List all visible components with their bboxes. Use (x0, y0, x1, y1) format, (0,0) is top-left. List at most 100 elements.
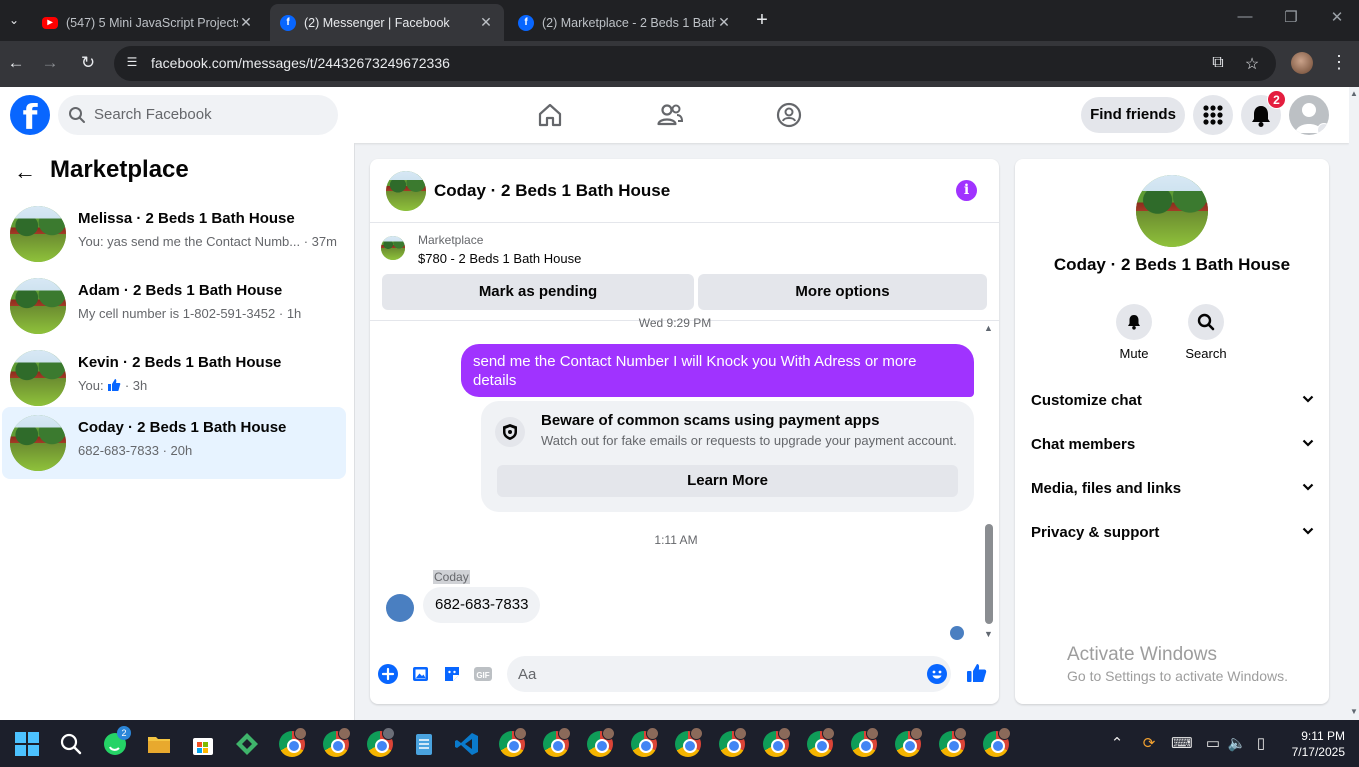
chat-title[interactable]: Coday · 2 Beds 1 Bath House (434, 181, 670, 201)
volume-icon[interactable]: 🔈 (1227, 734, 1247, 752)
chrome-icon[interactable] (851, 727, 879, 757)
chrome-icon[interactable] (587, 727, 615, 757)
back-arrow-icon[interactable]: ← (12, 159, 38, 185)
battery-icon[interactable]: ▯ (1251, 734, 1271, 752)
page-scrollbar[interactable]: ▲ ▼ (1349, 87, 1359, 720)
sync-icon[interactable]: ⟳ (1139, 734, 1159, 752)
listing-price-title[interactable]: $780 - 2 Beds 1 Bath House (418, 251, 581, 266)
listing-thumbnail[interactable] (1136, 175, 1208, 247)
install-app-icon[interactable]: ⧉ (1208, 54, 1228, 72)
keyboard-icon[interactable]: ⌨ (1171, 734, 1193, 752)
browser-tab-marketplace[interactable]: f (2) Marketplace - 2 Beds 1 Bath ✕ (508, 4, 742, 41)
emoji-icon[interactable] (927, 664, 947, 684)
browser-menu-icon[interactable]: ⋮ (1330, 52, 1348, 73)
time-separator: 1:11 AM (654, 533, 698, 547)
chrome-icon[interactable] (675, 727, 703, 757)
windows-start-icon[interactable] (14, 731, 40, 757)
message-scrollbar[interactable]: ▲ ▼ (981, 321, 995, 639)
notepad-icon[interactable] (411, 731, 437, 757)
chrome-icon[interactable] (719, 727, 747, 757)
media-files-links-section[interactable]: Media, files and links (1031, 474, 1315, 502)
facebook-logo-icon[interactable]: f (10, 95, 50, 135)
browser-profile-avatar[interactable] (1291, 52, 1313, 74)
info-icon[interactable]: i (956, 180, 977, 201)
search-conversation-button[interactable]: Search (1176, 304, 1236, 361)
account-avatar[interactable]: ⌄ (1289, 95, 1329, 135)
sender-avatar[interactable] (386, 594, 414, 622)
chrome-icon[interactable] (543, 727, 571, 757)
new-tab-button[interactable]: + (752, 9, 772, 32)
whatsapp-icon[interactable]: 2 (102, 726, 131, 757)
gif-icon[interactable]: GIF (473, 664, 493, 684)
friends-icon[interactable] (656, 101, 684, 129)
site-info-icon[interactable]: ☰ (124, 55, 140, 71)
customize-chat-section[interactable]: Customize chat (1031, 386, 1315, 414)
vscode-icon[interactable] (454, 731, 480, 757)
find-friends-button[interactable]: Find friends (1081, 97, 1185, 133)
microsoft-store-icon[interactable] (190, 731, 216, 757)
browser-tab-youtube[interactable]: ▸ (547) 5 Mini JavaScript Projects ✕ (32, 4, 264, 41)
sticker-icon[interactable] (442, 664, 462, 684)
scroll-up-arrow-icon[interactable]: ▲ (1350, 89, 1358, 98)
forward-icon[interactable]: → (39, 52, 61, 74)
conversation-item-kevin[interactable]: Kevin · 2 Beds 1 Bath House You: · 3h (2, 342, 346, 414)
close-window-icon[interactable]: ✕ (1327, 8, 1347, 26)
close-tab-icon[interactable]: ✕ (238, 14, 254, 31)
chrome-icon[interactable] (367, 727, 395, 757)
file-explorer-icon[interactable] (146, 731, 172, 757)
search-input[interactable]: Search Facebook (58, 95, 338, 135)
learn-more-button[interactable]: Learn More (497, 465, 958, 497)
back-icon[interactable]: ← (5, 52, 27, 74)
chrome-icon[interactable] (323, 727, 351, 757)
plus-circle-icon[interactable] (378, 664, 398, 684)
conversation-item-melissa[interactable]: Melissa · 2 Beds 1 Bath House You: yas s… (2, 198, 346, 270)
display-icon[interactable]: ▭ (1203, 734, 1223, 752)
minimize-icon[interactable]: — (1235, 8, 1255, 25)
groups-icon[interactable] (775, 101, 803, 129)
chrome-icon[interactable] (807, 727, 835, 757)
reload-icon[interactable]: ↻ (77, 52, 99, 74)
close-tab-icon[interactable]: ✕ (716, 14, 732, 31)
app-diamond-icon[interactable] (234, 731, 260, 757)
show-hidden-icons-icon[interactable]: ⌃ (1107, 734, 1127, 752)
conversation-item-adam[interactable]: Adam · 2 Beds 1 Bath House My cell numbe… (2, 270, 346, 342)
chrome-icon[interactable] (983, 727, 1011, 757)
system-clock[interactable]: 9:11 PM 7/17/2025 (1283, 728, 1345, 760)
mark-as-pending-button[interactable]: Mark as pending (382, 274, 694, 310)
chrome-icon[interactable] (939, 727, 967, 757)
url-text[interactable]: facebook.com/messages/t/2443267324967233… (151, 55, 450, 71)
message-list[interactable]: Wed 9:29 PM send me the Contact Number I… (370, 316, 999, 646)
browser-tab-bar: ⌄ ▸ (547) 5 Mini JavaScript Projects ✕ f… (0, 0, 1359, 41)
chrome-icon[interactable] (279, 727, 307, 757)
address-bar[interactable]: ☰ facebook.com/messages/t/24432673249672… (114, 46, 1276, 81)
conversation-item-coday[interactable]: Coday · 2 Beds 1 Bath House 682-683-7833… (2, 407, 346, 479)
restore-icon[interactable]: ❐ (1281, 8, 1301, 26)
scroll-up-arrow-icon[interactable]: ▲ (984, 323, 993, 333)
message-input[interactable]: Aa (507, 656, 951, 692)
home-icon[interactable] (536, 101, 564, 129)
outgoing-message[interactable]: send me the Contact Number I will Knock … (461, 344, 974, 397)
photo-icon[interactable] (411, 664, 431, 684)
scroll-down-arrow-icon[interactable]: ▼ (984, 629, 993, 639)
more-options-button[interactable]: More options (698, 274, 987, 310)
chrome-icon[interactable] (763, 727, 791, 757)
browser-tab-messenger[interactable]: f (2) Messenger | Facebook ✕ (270, 4, 504, 41)
chrome-icon[interactable] (895, 727, 923, 757)
incoming-message[interactable]: 682-683-7833 (423, 587, 541, 623)
chrome-icon[interactable] (631, 727, 659, 757)
scroll-down-arrow-icon[interactable]: ▼ (1350, 707, 1358, 716)
marketplace-label: Marketplace (418, 233, 484, 247)
mute-button[interactable]: Mute (1104, 304, 1164, 361)
chat-members-section[interactable]: Chat members (1031, 430, 1315, 458)
thumbs-up-icon[interactable] (966, 662, 988, 684)
chat-listing-thumbnail[interactable] (386, 171, 426, 211)
menu-button[interactable] (1193, 95, 1233, 135)
close-tab-icon[interactable]: ✕ (478, 14, 494, 31)
search-icon[interactable] (58, 731, 84, 757)
scroll-thumb[interactable] (985, 524, 993, 624)
privacy-support-section[interactable]: Privacy & support (1031, 518, 1315, 546)
bookmark-star-icon[interactable]: ☆ (1242, 54, 1262, 74)
chrome-icon[interactable] (499, 727, 527, 757)
listing-thumbnail[interactable] (381, 236, 405, 260)
tab-search-button[interactable]: ⌄ (4, 10, 24, 30)
